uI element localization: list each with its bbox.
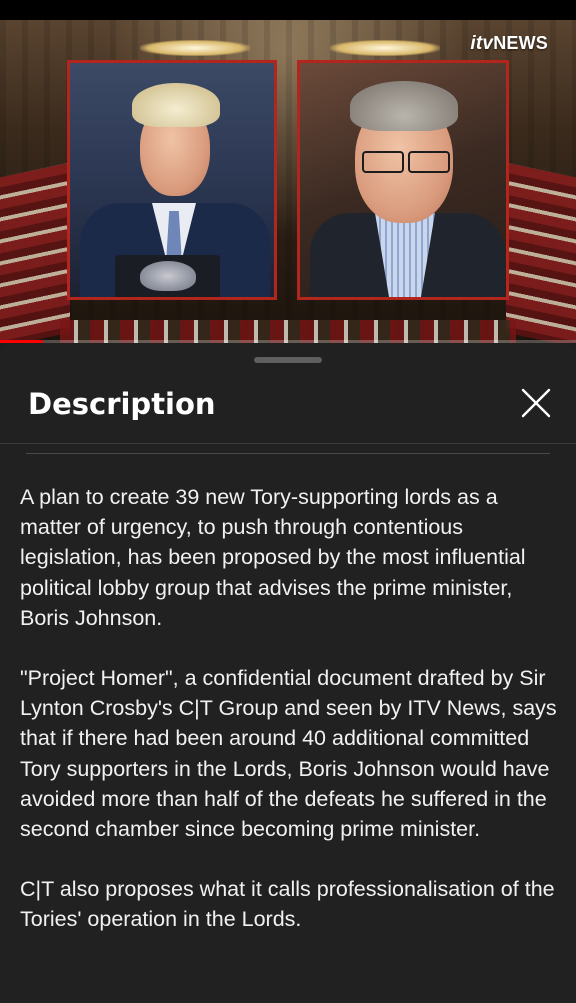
lectern [115,255,220,297]
description-paragraph: C|T also proposes what it calls professi… [20,877,555,932]
video-player[interactable]: itvNEWS [0,0,576,343]
close-icon [521,388,551,418]
itv-news-logo: itvNEWS [470,33,548,54]
status-bar [0,0,576,20]
portrait-hair [132,83,220,127]
description-text: A plan to create 39 new Tory-supporting … [20,482,560,965]
description-paragraph: A plan to create 39 new Tory-supporting … [20,485,526,630]
description-sheet: Description A plan to create 39 new Tory… [0,343,576,1003]
header-divider [0,443,576,444]
chandelier-decoration [330,40,440,56]
content-divider [26,453,550,454]
glasses-right-lens [408,151,450,173]
chamber-benches-left [0,162,70,343]
description-paragraph: "Project Homer", a confidential document… [20,666,557,842]
close-button[interactable] [514,381,558,425]
chandelier-decoration [140,40,250,56]
left-portrait-panel [67,60,277,300]
sheet-title: Description [28,387,216,421]
chamber-benches-right [506,162,576,343]
drag-handle[interactable] [254,357,322,363]
right-portrait-panel [297,60,509,300]
glasses-left-lens [362,151,404,173]
portrait-hair [350,81,458,131]
royal-crest-icon [139,261,196,291]
